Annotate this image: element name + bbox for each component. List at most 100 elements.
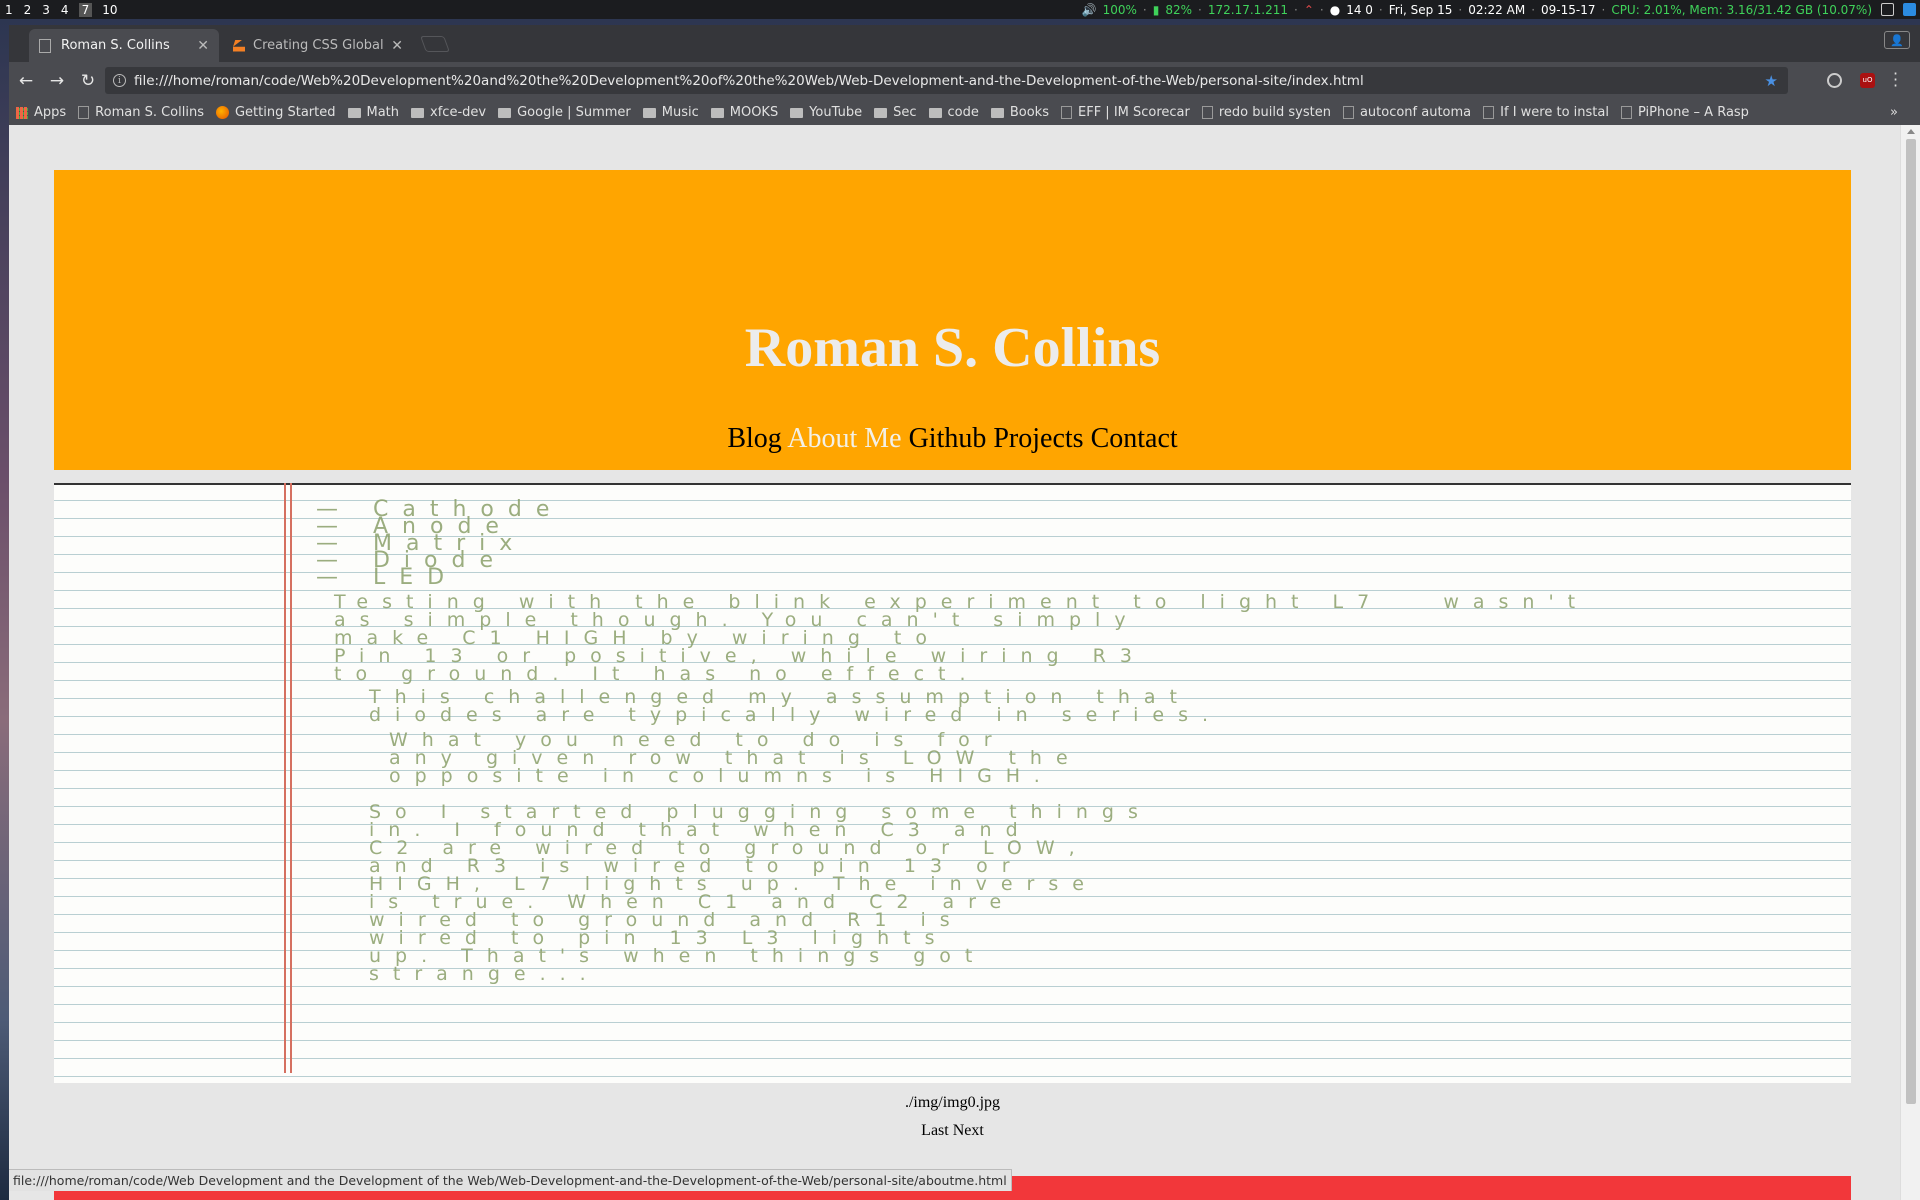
page-icon: [1201, 106, 1213, 119]
battery-icon: ▮: [1152, 2, 1160, 17]
forward-icon[interactable]: →: [43, 71, 71, 91]
bookmark-label: Music: [661, 105, 699, 120]
last-link[interactable]: Last: [921, 1122, 949, 1139]
nav-about-me[interactable]: About Me: [787, 423, 901, 454]
link-status-bubble: file:///home/roman/code/Web Development …: [9, 1169, 1012, 1191]
bookmark-label: EFF | IM Scorecar: [1078, 105, 1190, 120]
reload-icon[interactable]: ↻: [74, 71, 102, 91]
tab-roman-collins[interactable]: Roman S. Collins ✕: [29, 29, 219, 62]
bookmarks-bar: Apps Roman S. Collins Getting Started Ma…: [9, 100, 1920, 125]
page-viewport[interactable]: Roman S. Collins Blog About Me Github Pr…: [9, 125, 1900, 1200]
folder-icon: [710, 107, 724, 118]
next-link[interactable]: Next: [953, 1122, 984, 1139]
bookmark-folder[interactable]: xfce-dev: [411, 105, 486, 120]
bookmark-folder[interactable]: Google | Summer: [498, 105, 631, 120]
folder-icon: [347, 107, 361, 118]
bookmark-folder[interactable]: Books: [990, 105, 1049, 120]
browser-window: Roman S. Collins ✕ Creating CSS Global ✕…: [9, 25, 1920, 1200]
workspace-2[interactable]: 2: [23, 3, 33, 17]
volume-icon[interactable]: 🔊: [1082, 3, 1097, 17]
new-tab-button[interactable]: [420, 36, 450, 52]
scroll-up-icon[interactable]: [1907, 129, 1915, 134]
bookmark-folder[interactable]: Music: [642, 105, 699, 120]
bookmark-item[interactable]: EFF | IM Scorecar: [1061, 105, 1190, 120]
bookmark-label: YouTube: [809, 105, 863, 120]
workspace-7[interactable]: 7: [78, 2, 93, 17]
info-icon[interactable]: i: [113, 74, 126, 87]
profile-icon[interactable]: 👤: [1884, 31, 1910, 49]
bookmark-item[interactable]: autoconf automa: [1342, 105, 1472, 120]
folder-icon: [928, 107, 942, 118]
bookmark-folder[interactable]: MOOKS: [710, 105, 779, 120]
volume-level: 100%: [1102, 2, 1137, 17]
bookmark-apps[interactable]: Apps: [16, 105, 66, 120]
site-header: Roman S. Collins Blog About Me Github Pr…: [54, 170, 1851, 470]
bookmark-label: autoconf automa: [1359, 105, 1472, 120]
bookmark-label: redo build systen: [1218, 105, 1331, 120]
menu-icon[interactable]: · · ·: [1893, 66, 1898, 94]
handwriting-scribble: This challenged my assumption that diode…: [369, 686, 1223, 726]
apps-icon: [16, 106, 28, 119]
workspace-1[interactable]: 1: [4, 3, 14, 17]
bookmark-folder[interactable]: YouTube: [790, 105, 862, 120]
net-counts: 14 0: [1346, 2, 1373, 17]
status-area: 🔊 100% · ▮ 82% · 172.17.1.211 · ⌃ · ● 14 0 …: [1082, 3, 1916, 17]
notebook-margin: [284, 483, 292, 1073]
address-bar[interactable]: i file:///home/roman/code/Web%20Developm…: [105, 67, 1788, 94]
bookmark-star-icon[interactable]: ★: [1765, 72, 1778, 90]
bookmark-item[interactable]: If I were to instal: [1483, 105, 1609, 120]
nav-blog[interactable]: Blog: [727, 423, 781, 454]
ublock-icon[interactable]: uO: [1860, 73, 1875, 88]
window-icon[interactable]: [1881, 3, 1894, 16]
folder-icon: [874, 107, 888, 118]
nav-contact[interactable]: Contact: [1091, 423, 1178, 454]
bookmarks-overflow-button[interactable]: »: [1890, 105, 1898, 120]
workspace-4[interactable]: 4: [60, 3, 70, 17]
bookmark-label: Roman S. Collins: [95, 105, 204, 120]
tab-creating-css[interactable]: Creating CSS Global ✕: [223, 29, 413, 62]
bookmark-label: MOOKS: [729, 105, 779, 120]
handwriting-scribble: — Cathode — Anode — Matrix — Diode — LED: [316, 497, 564, 590]
folder-icon: [642, 107, 656, 118]
url-text: file:///home/roman/code/Web%20Developmen…: [134, 72, 1364, 89]
bookmark-label: PiPhone – A Rasp: [1637, 105, 1749, 120]
folder-icon: [411, 107, 425, 118]
close-icon[interactable]: ✕: [197, 38, 209, 54]
tab-strip: Roman S. Collins ✕ Creating CSS Global ✕…: [9, 25, 1920, 62]
date: Fri, Sep 15: [1388, 2, 1453, 17]
network-icon: ⌃: [1303, 2, 1314, 17]
page-scrollbar[interactable]: [1900, 125, 1920, 1200]
bookmark-label: Getting Started: [234, 105, 336, 120]
stackoverflow-icon: [233, 39, 245, 52]
workspace-3[interactable]: 3: [41, 3, 51, 17]
page-icon: [1342, 106, 1354, 119]
tab-title: Creating CSS Global: [253, 38, 384, 53]
bookmark-item[interactable]: Getting Started: [215, 105, 336, 120]
bookmark-label: xfce-dev: [430, 105, 487, 120]
bookmark-item[interactable]: redo build systen: [1201, 105, 1331, 120]
nav-github-projects[interactable]: Github Projects: [909, 423, 1084, 454]
bookmark-label: Books: [1009, 105, 1049, 120]
browser-toolbar: ← → ↻ i file:///home/roman/code/Web%20De…: [9, 62, 1920, 100]
bookmark-folder[interactable]: Math: [347, 105, 399, 120]
telegram-icon[interactable]: [1903, 3, 1916, 16]
folder-icon: [990, 107, 1004, 118]
bookmark-label: Sec: [893, 105, 917, 120]
bookmark-item[interactable]: PiPhone – A Rasp: [1620, 105, 1749, 120]
extension-icon[interactable]: [1827, 73, 1842, 88]
gallery-image: — Cathode — Anode — Matrix — Diode — LED…: [54, 483, 1851, 1083]
page-icon: [39, 38, 51, 53]
page-icon: [1061, 106, 1072, 119]
back-icon[interactable]: ←: [12, 71, 40, 91]
bookmark-folder[interactable]: code: [928, 105, 979, 120]
workspace-switcher[interactable]: 1 2 3 4 7 10: [4, 2, 118, 17]
gallery-pager: Last Next: [54, 1122, 1851, 1140]
firefox-icon: [215, 106, 229, 119]
close-icon[interactable]: ✕: [391, 38, 403, 54]
notification-icon: ●: [1329, 2, 1341, 17]
workspace-10[interactable]: 10: [101, 3, 118, 17]
folder-icon: [790, 107, 804, 118]
bookmark-folder[interactable]: Sec: [874, 105, 917, 120]
bookmark-item[interactable]: Roman S. Collins: [78, 105, 204, 120]
scrollbar-thumb[interactable]: [1906, 139, 1916, 1104]
